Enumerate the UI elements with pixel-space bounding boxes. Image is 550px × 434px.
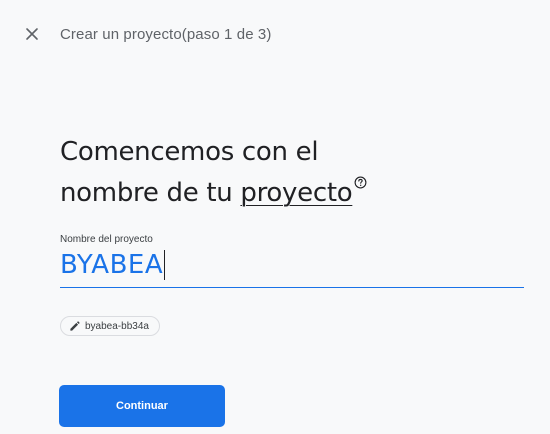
heading-line-2: nombre de tu proyecto <box>60 173 500 214</box>
wizard-title: Crear un proyecto(paso 1 de 3) <box>60 26 272 43</box>
heading-line-1: Comencemos con el <box>60 137 319 167</box>
page-heading: Comencemos con el nombre de tu proyecto <box>60 132 500 214</box>
project-name-field[interactable] <box>60 246 524 288</box>
project-id-chip[interactable]: byabea-bb34a <box>60 316 160 336</box>
text-cursor <box>164 250 165 280</box>
project-id-label: byabea-bb34a <box>85 320 149 332</box>
create-project-page: Crear un proyecto(paso 1 de 3) Comencemo… <box>0 0 550 434</box>
project-name-label: Nombre del proyecto <box>60 234 153 245</box>
help-circle-icon[interactable] <box>354 176 367 189</box>
close-icon <box>26 28 38 40</box>
top-bar: Crear un proyecto(paso 1 de 3) <box>0 0 550 70</box>
pencil-icon <box>70 320 80 331</box>
project-name-input[interactable] <box>60 246 524 284</box>
project-term-link[interactable]: proyecto <box>240 178 352 208</box>
heading-line-2-prefix: nombre de tu <box>60 178 241 208</box>
continue-button[interactable]: Continuar <box>59 385 225 427</box>
close-button[interactable] <box>20 22 44 46</box>
